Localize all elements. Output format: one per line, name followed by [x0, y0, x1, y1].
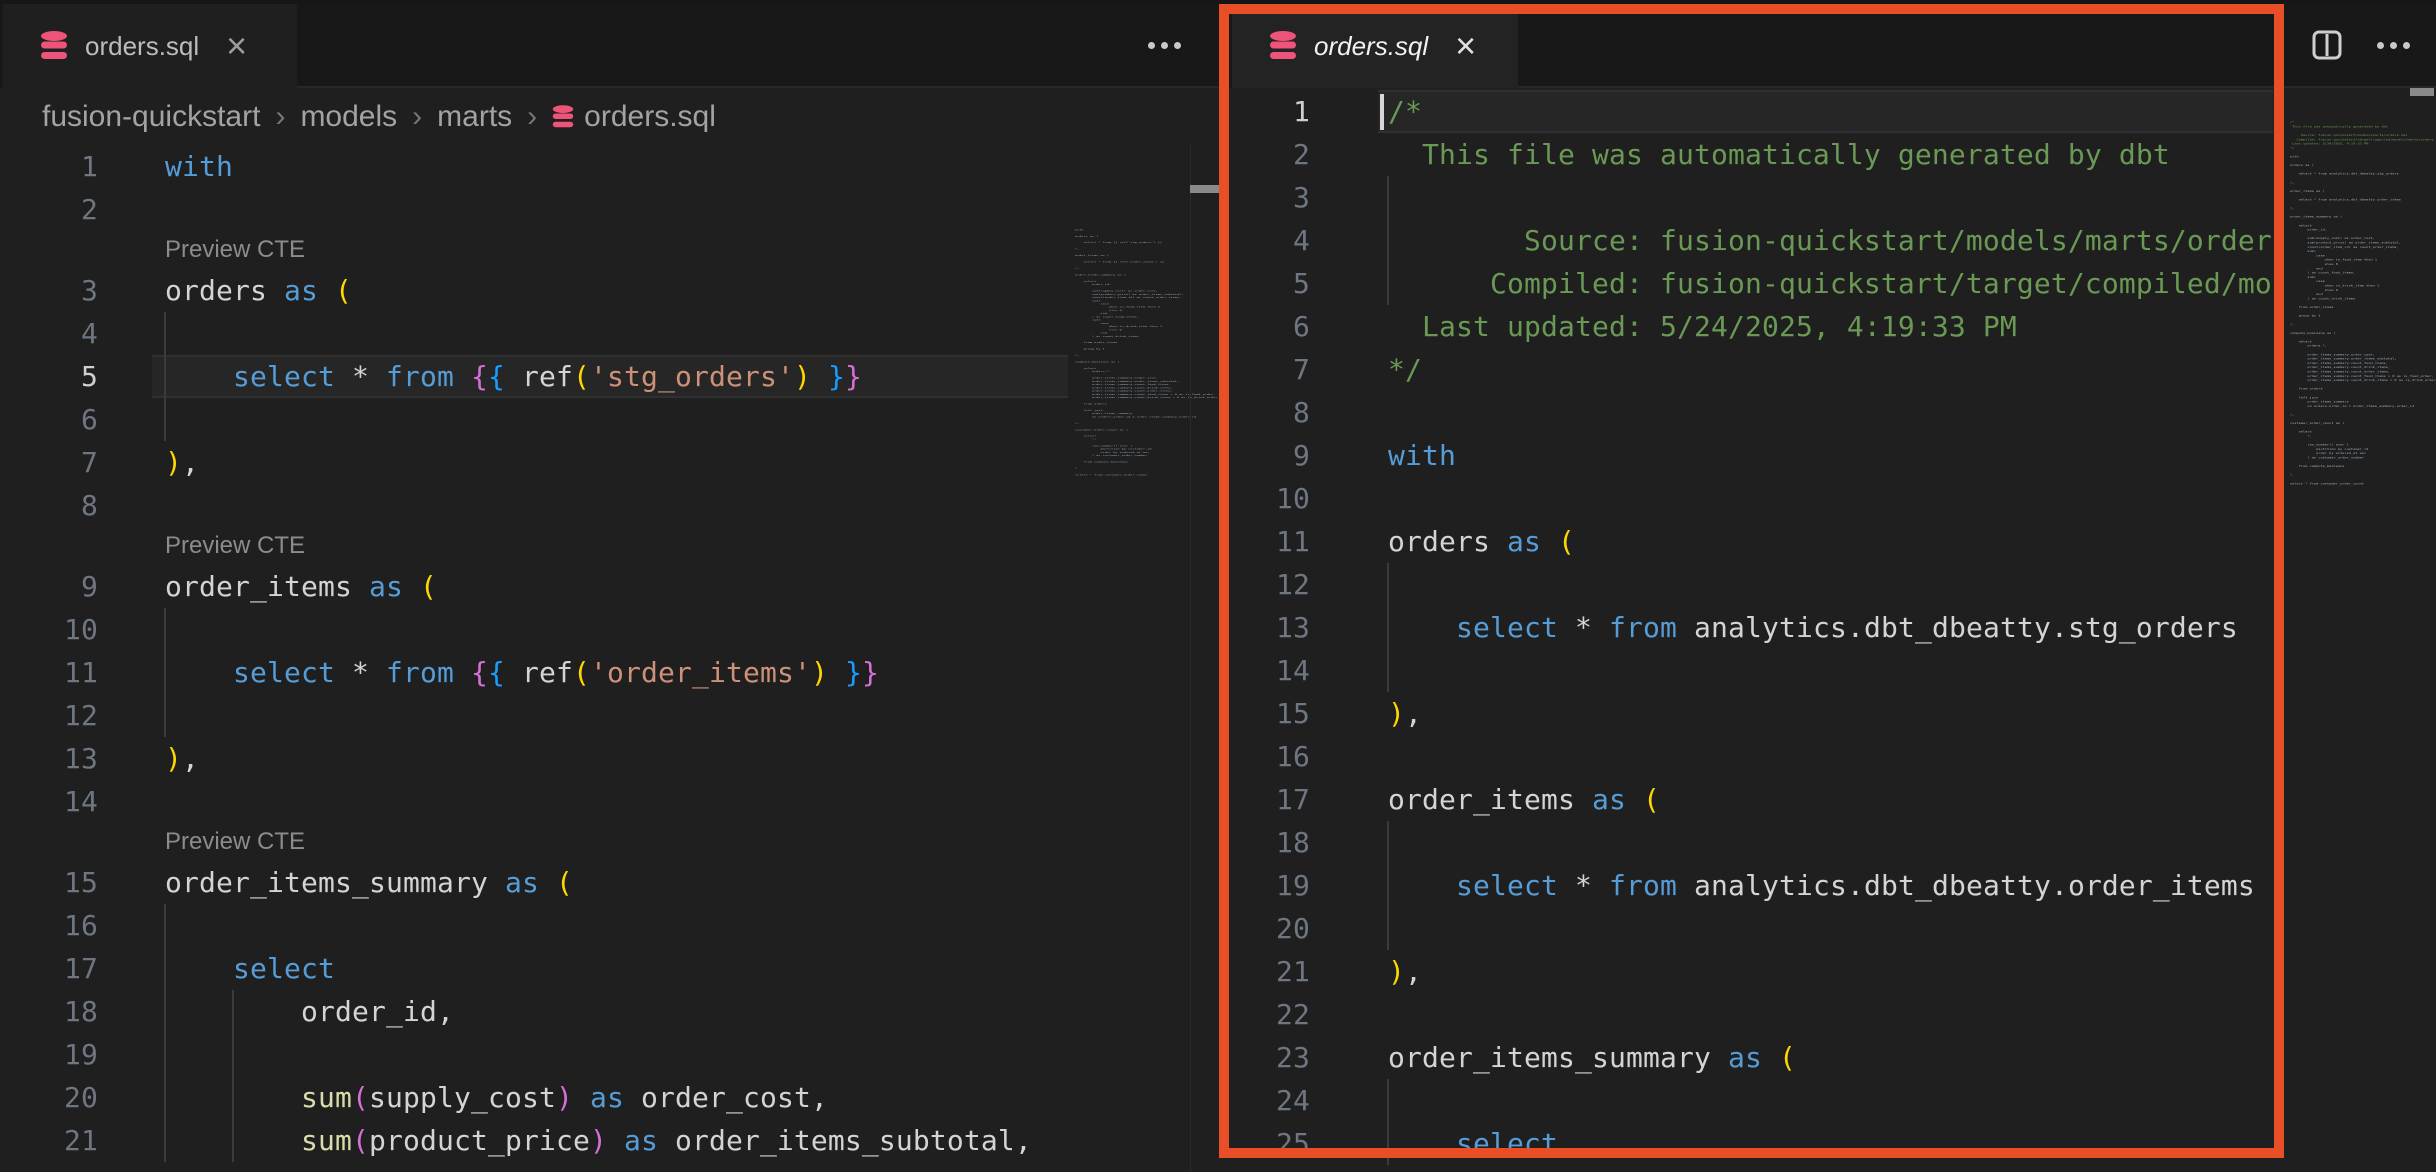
- minimap-right[interactable]: /* This file was automatically generated…: [2290, 120, 2436, 486]
- overview-ruler-cursor-right: [2410, 88, 2434, 96]
- split-editor-icon[interactable]: [2312, 30, 2342, 60]
- editor-actions-right: [2312, 4, 2413, 86]
- ellipsis-icon[interactable]: [2374, 42, 2413, 49]
- vscode-window: orders.sql × fusion-quickstart›models›ma…: [0, 0, 2436, 1172]
- annotation-rectangle: [1219, 4, 2284, 1158]
